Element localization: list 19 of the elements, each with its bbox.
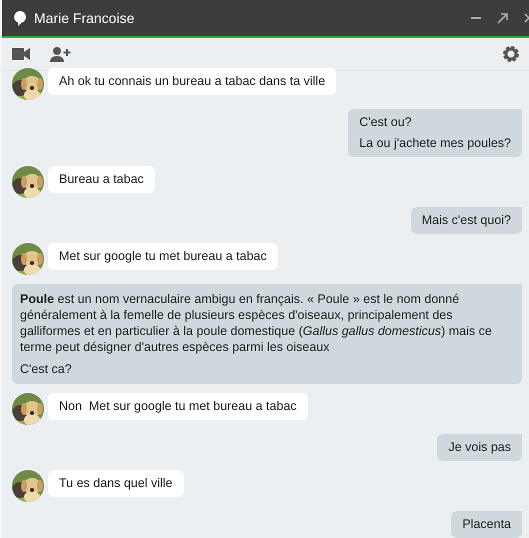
message-text: Met sur google tu met bureau a tabac [59, 249, 267, 264]
message-text: Je vois pas [448, 440, 511, 455]
minimize-icon[interactable] [471, 16, 481, 20]
popout-icon[interactable] [497, 12, 508, 24]
video-camera-icon[interactable] [12, 48, 30, 60]
message-text: Poule est un nom vernaculaire ambigu en français. « Poule » est le nom donné généralement à la femelle de plusieurs espèces d'oiseaux, principalement des galliformes et en particulier à la poule domestique (Gallus gallus domesticus) mais ce terme peut désigner d'autres espèces parmi les oiseaux [20, 291, 493, 355]
message-text: Bureau a tabac [59, 172, 144, 187]
window-title: Marie Francoise [34, 10, 136, 26]
message-text: C'est ou? [359, 115, 413, 130]
message-text: Placenta [462, 517, 511, 532]
settings-icon[interactable] [502, 45, 520, 63]
message-text: Ah ok tu connais un bureau a tabac dans ta ville [59, 74, 326, 89]
message-text: Mais c'est quoi? [422, 213, 511, 228]
message-text: La ou j'achete mes poules? [359, 136, 511, 151]
message-text: C'est ca? [20, 361, 73, 377]
add-person-icon[interactable] [50, 46, 71, 62]
message-text: Tu es dans quel ville [59, 476, 172, 491]
message-text: Non Met sur google tu met bureau a tabac [59, 399, 297, 414]
speech-bubble-icon [14, 10, 26, 26]
